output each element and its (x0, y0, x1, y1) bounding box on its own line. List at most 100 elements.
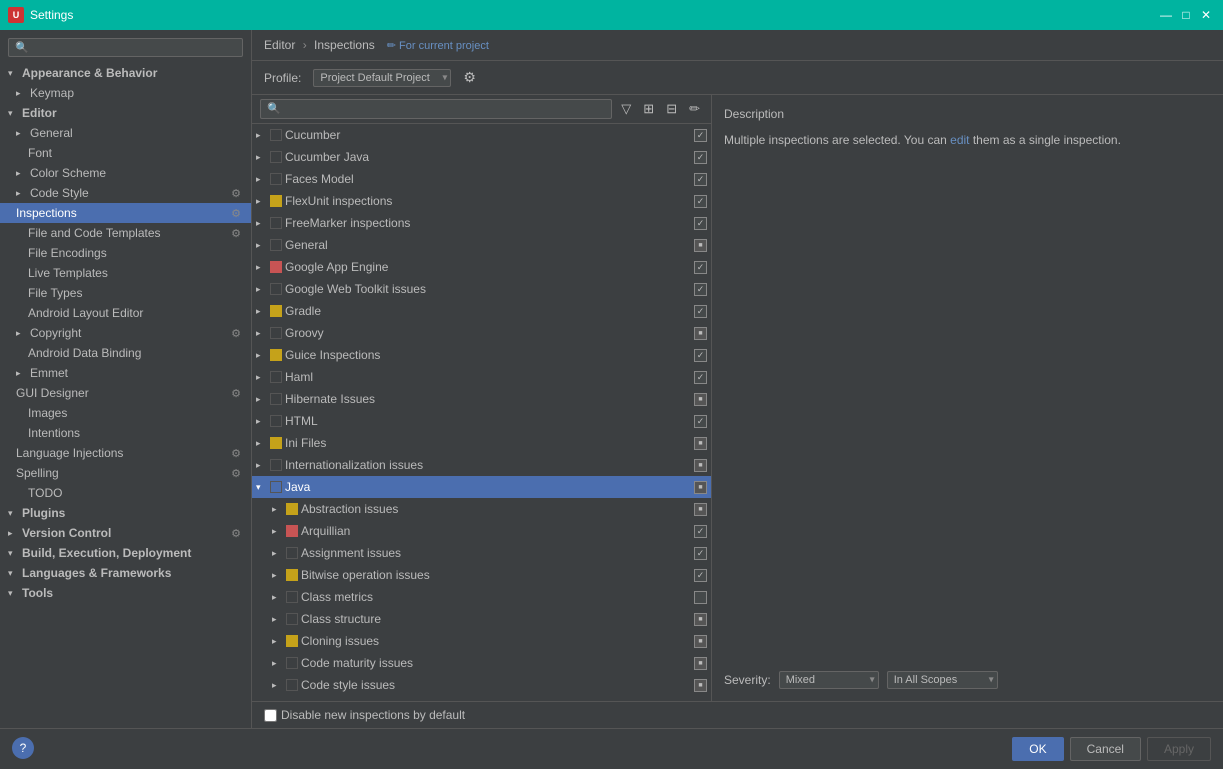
tree-expand-icon[interactable]: ▸ (256, 174, 270, 185)
inspection-checkbox[interactable] (694, 129, 707, 142)
apply-button[interactable]: Apply (1147, 737, 1211, 761)
close-button[interactable]: ✕ (1197, 6, 1215, 24)
sidebar-search-wrap[interactable]: 🔍 (8, 38, 243, 57)
sidebar-item-font[interactable]: Font (0, 143, 251, 163)
sidebar-item-guidesigner[interactable]: GUI Designer⚙ (0, 383, 251, 403)
tree-row-i18n[interactable]: ▸Internationalization issues (252, 454, 711, 476)
tree-expand-icon[interactable]: ▸ (256, 240, 270, 251)
sidebar-item-keymap[interactable]: ▸Keymap (0, 83, 251, 103)
inspection-checkbox[interactable] (694, 151, 707, 164)
sidebar-item-fileandcode[interactable]: File and Code Templates⚙ (0, 223, 251, 243)
inspection-checkbox[interactable] (694, 569, 707, 582)
tree-expand-icon[interactable]: ▸ (272, 570, 286, 581)
tree-expand-icon[interactable]: ▸ (256, 196, 270, 207)
tree-expand-icon[interactable]: ▸ (256, 438, 270, 449)
sidebar-item-codestyle[interactable]: ▸Code Style⚙ (0, 183, 251, 203)
sidebar-item-languages[interactable]: ▾Languages & Frameworks (0, 563, 251, 583)
ok-button[interactable]: OK (1012, 737, 1063, 761)
tree-row-googleappengine[interactable]: ▸Google App Engine (252, 256, 711, 278)
tree-row-guiceinspections[interactable]: ▸Guice Inspections (252, 344, 711, 366)
sidebar-item-androidlayout[interactable]: Android Layout Editor (0, 303, 251, 323)
inspection-checkbox[interactable] (694, 635, 707, 648)
tree-expand-icon[interactable]: ▸ (256, 416, 270, 427)
inspection-checkbox[interactable] (694, 525, 707, 538)
tree-expand-icon[interactable]: ▸ (256, 328, 270, 339)
sidebar-item-plugins[interactable]: ▾Plugins (0, 503, 251, 523)
sidebar-item-appearance[interactable]: ▾Appearance & Behavior (0, 63, 251, 83)
tree-row-classmetrics[interactable]: ▸Class metrics (252, 586, 711, 608)
inspection-checkbox[interactable] (694, 371, 707, 384)
tree-row-arquillian[interactable]: ▸Arquillian (252, 520, 711, 542)
tree-row-bitwiseoperation[interactable]: ▸Bitwise operation issues (252, 564, 711, 586)
inspection-checkbox[interactable] (694, 679, 707, 692)
sidebar-item-inspections[interactable]: Inspections⚙ (0, 203, 251, 223)
sidebar-search-input[interactable] (33, 42, 236, 54)
inspection-checkbox[interactable] (694, 173, 707, 186)
inspection-checkbox[interactable] (694, 239, 707, 252)
disable-checkbox-label[interactable]: Disable new inspections by default (264, 708, 465, 722)
tree-expand-icon[interactable]: ▸ (256, 394, 270, 405)
scope-select-wrap[interactable]: In All Scopes In Tests Only Everywhere E… (887, 671, 998, 689)
sidebar-item-livetemplates[interactable]: Live Templates (0, 263, 251, 283)
inspection-checkbox[interactable] (694, 437, 707, 450)
sidebar-item-images[interactable]: Images (0, 403, 251, 423)
inspection-checkbox[interactable] (694, 349, 707, 362)
filter-button[interactable]: ▽ (618, 99, 634, 119)
tree-expand-icon[interactable]: ▸ (272, 526, 286, 537)
inspection-checkbox[interactable] (694, 503, 707, 516)
tree-expand-icon[interactable]: ▸ (256, 284, 270, 295)
tree-row-classstructure[interactable]: ▸Class structure (252, 608, 711, 630)
tree-row-java[interactable]: ▾Java (252, 476, 711, 498)
tree-expand-icon[interactable]: ▸ (272, 658, 286, 669)
maximize-button[interactable]: □ (1177, 6, 1195, 24)
tree-expand-icon[interactable]: ▸ (256, 218, 270, 229)
profile-select-wrap[interactable]: Project Default Project Default (313, 69, 451, 87)
sidebar-item-languageinjections[interactable]: Language Injections⚙ (0, 443, 251, 463)
inspection-checkbox[interactable] (694, 393, 707, 406)
scope-select[interactable]: In All Scopes In Tests Only Everywhere E… (887, 671, 998, 689)
tree-expand-icon[interactable]: ▸ (272, 614, 286, 625)
tree-row-groovy[interactable]: ▸Groovy (252, 322, 711, 344)
disable-new-inspections-checkbox[interactable] (264, 709, 277, 722)
inspection-checkbox[interactable] (694, 415, 707, 428)
inspection-checkbox[interactable] (694, 261, 707, 274)
tree-expand-icon[interactable]: ▸ (272, 504, 286, 515)
tree-row-cucumberjava[interactable]: ▸Cucumber Java (252, 146, 711, 168)
sidebar-item-fileencodings[interactable]: File Encodings (0, 243, 251, 263)
tree-row-codematurity[interactable]: ▸Code maturity issues (252, 652, 711, 674)
inspection-checkbox[interactable] (694, 217, 707, 230)
tree-expand-icon[interactable]: ▸ (256, 130, 270, 141)
inspection-checkbox[interactable] (694, 305, 707, 318)
inspection-checkbox[interactable] (694, 195, 707, 208)
sidebar-item-intentions[interactable]: Intentions (0, 423, 251, 443)
inspection-checkbox[interactable] (694, 657, 707, 670)
sidebar-item-general[interactable]: ▸General (0, 123, 251, 143)
tree-expand-icon[interactable]: ▸ (272, 636, 286, 647)
tree-expand-icon[interactable]: ▸ (272, 592, 286, 603)
tree-row-googlewebkit[interactable]: ▸Google Web Toolkit issues (252, 278, 711, 300)
tree-expand-icon[interactable]: ▾ (256, 482, 270, 493)
sidebar-item-colorscheme[interactable]: ▸Color Scheme (0, 163, 251, 183)
inspection-checkbox[interactable] (694, 327, 707, 340)
tree-row-general[interactable]: ▸General (252, 234, 711, 256)
tree-row-haml[interactable]: ▸Haml (252, 366, 711, 388)
clear-button[interactable]: ✏ (686, 99, 703, 119)
tree-row-abstractionissues[interactable]: ▸Abstraction issues (252, 498, 711, 520)
sidebar-item-spelling[interactable]: Spelling⚙ (0, 463, 251, 483)
tree-expand-icon[interactable]: ▸ (272, 680, 286, 691)
sidebar-item-copyright[interactable]: ▸Copyright⚙ (0, 323, 251, 343)
profile-dropdown[interactable]: Project Default Project Default (313, 69, 451, 87)
tree-row-hibernate[interactable]: ▸Hibernate Issues (252, 388, 711, 410)
inspections-search-input[interactable] (260, 99, 612, 119)
inspection-checkbox[interactable] (694, 613, 707, 626)
tree-expand-icon[interactable]: ▸ (272, 548, 286, 559)
tree-expand-icon[interactable]: ▸ (256, 350, 270, 361)
severity-select-wrap[interactable]: Mixed Error Warning Weak Warning Informa… (779, 671, 879, 689)
expand-all-button[interactable]: ⊞ (640, 99, 657, 119)
tree-row-html[interactable]: ▸HTML (252, 410, 711, 432)
minimize-button[interactable]: — (1157, 6, 1175, 24)
sidebar-item-filetypes[interactable]: File Types (0, 283, 251, 303)
help-button[interactable]: ? (12, 737, 34, 759)
inspection-checkbox[interactable] (694, 283, 707, 296)
inspection-checkbox[interactable] (694, 547, 707, 560)
